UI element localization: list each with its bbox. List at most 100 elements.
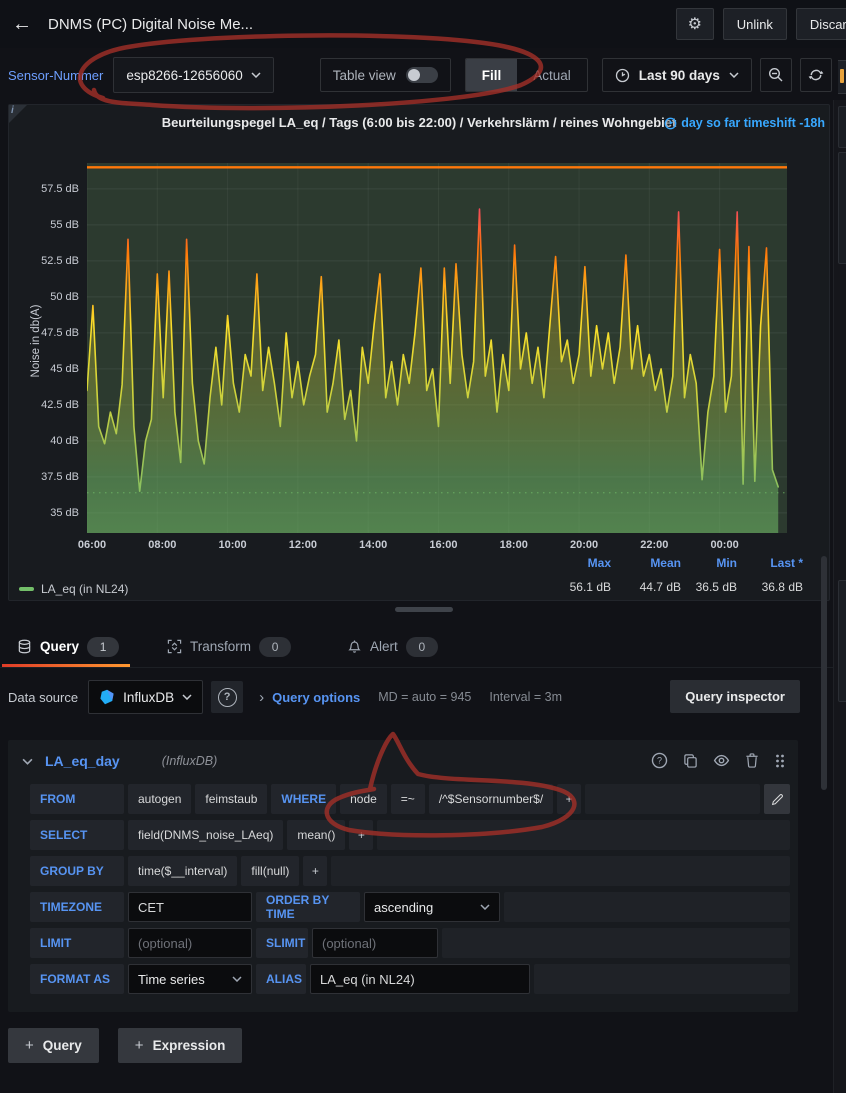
tab-transform[interactable]: Transform 0: [150, 626, 308, 667]
orange-marker: [840, 69, 844, 83]
legend-stat-values: 56.1 dB 44.7 dB 36.5 dB 36.8 dB: [539, 580, 803, 594]
where-tag-key-pill[interactable]: node: [340, 784, 387, 814]
alias-input[interactable]: [310, 964, 530, 994]
dashboard-title: DNMS (PC) Digital Noise Me...: [48, 16, 253, 33]
chevron-down-icon: [232, 976, 242, 982]
format-value: Time series: [138, 972, 205, 987]
editor-tabs: Query 1 Transform 0 Alert 0: [0, 626, 846, 667]
duplicate-query-icon[interactable]: [683, 753, 698, 768]
timeshift-note: day so far timeshift -18h: [664, 116, 825, 130]
y-tick-label: 50 dB: [50, 291, 79, 303]
panel-edit-toolbar: Sensor-Nummer esp8266-12656060 Table vie…: [0, 56, 846, 94]
where-operator-pill[interactable]: =~: [391, 784, 425, 814]
vertical-scrollbar[interactable]: [821, 556, 827, 790]
slimit-input[interactable]: [312, 928, 438, 958]
query-inspector-button[interactable]: Query inspector: [670, 680, 800, 713]
interval-text: Interval = 3m: [489, 690, 562, 704]
add-groupby-button[interactable]: +: [303, 856, 327, 886]
aggregation-pill[interactable]: mean(): [287, 820, 345, 850]
discard-button[interactable]: Discard: [796, 8, 846, 40]
stat-header-min[interactable]: Min: [681, 556, 737, 570]
panel-settings-button[interactable]: ⚙: [676, 8, 714, 40]
add-query-button[interactable]: + Query: [8, 1028, 99, 1063]
query-header: LA_eq_day (InfluxDB) ?: [8, 740, 798, 782]
time-range-picker[interactable]: Last 90 days: [602, 58, 752, 92]
y-tick-label: 52.5 dB: [41, 255, 79, 267]
table-view-group: Table view: [320, 58, 451, 92]
add-condition-button[interactable]: +: [557, 784, 581, 814]
groupby-interval-pill[interactable]: time($__interval): [128, 856, 237, 886]
add-select-part-button[interactable]: +: [349, 820, 373, 850]
from-row: FROM autogen feimstaub WHERE node =~ /^$…: [30, 784, 790, 814]
add-expression-button[interactable]: + Expression: [118, 1028, 243, 1063]
sliver-box: [838, 106, 846, 148]
x-tick-label: 14:00: [351, 539, 395, 551]
y-tick-label: 47.5 dB: [41, 327, 79, 339]
sliver-box: [838, 152, 846, 264]
back-arrow-icon[interactable]: ←: [0, 0, 44, 48]
where-tag-value-pill[interactable]: /^$Sensornumber$/: [429, 784, 553, 814]
y-tick-label: 37.5 dB: [41, 471, 79, 483]
query-help-button[interactable]: ?: [651, 752, 668, 769]
order-by-time-label: ORDER BY TIME: [256, 892, 360, 922]
tab-query[interactable]: Query 1: [0, 626, 136, 667]
delete-query-trash-icon[interactable]: [745, 753, 759, 768]
time-series-panel: i Beurteilungspegel LA_eq / Tags (6:00 b…: [8, 104, 830, 601]
caret-right-icon: ›: [259, 689, 264, 706]
limit-input[interactable]: [128, 928, 252, 958]
raw-query-edit-button[interactable]: [764, 784, 790, 814]
query-options-expander[interactable]: › Query options: [259, 689, 360, 706]
limit-row: LIMIT SLIMIT: [30, 928, 790, 958]
variable-value: esp8266-12656060: [126, 68, 242, 83]
x-tick-label: 16:00: [421, 539, 465, 551]
datasource-help-button[interactable]: ?: [211, 681, 243, 713]
clock-icon: [615, 68, 630, 83]
zoom-out-button[interactable]: [760, 58, 792, 92]
groupby-row: GROUP BY time($__interval) fill(null) +: [30, 856, 790, 886]
svg-text:?: ?: [657, 756, 662, 766]
limit-label: LIMIT: [30, 928, 124, 958]
sensor-variable-dropdown[interactable]: esp8266-12656060: [113, 57, 273, 93]
toggle-knob: [408, 69, 420, 81]
stat-header-max[interactable]: Max: [539, 556, 611, 570]
query-refid[interactable]: LA_eq_day: [45, 753, 120, 769]
panel-resize-handle[interactable]: [395, 607, 453, 612]
disable-query-eye-icon[interactable]: [713, 752, 730, 769]
refresh-button[interactable]: [800, 58, 832, 92]
datasource-label: Data source: [8, 690, 78, 705]
format-as-label: FORMAT AS: [30, 964, 124, 994]
collapse-chevron-icon[interactable]: [22, 758, 33, 765]
actual-option[interactable]: Actual: [517, 59, 587, 91]
stat-header-last[interactable]: Last *: [737, 556, 803, 570]
timezone-input[interactable]: [128, 892, 252, 922]
stat-header-mean[interactable]: Mean: [611, 556, 681, 570]
y-tick-label: 55 dB: [50, 219, 79, 231]
measurement-pill[interactable]: feimstaub: [195, 784, 267, 814]
groupby-fill-pill[interactable]: fill(null): [241, 856, 299, 886]
drag-handle-icon[interactable]: [774, 753, 786, 769]
datasource-picker[interactable]: InfluxDB: [88, 680, 203, 714]
groupby-label: GROUP BY: [30, 856, 124, 886]
clipped-toolbar-button[interactable]: [838, 60, 846, 94]
plot-area[interactable]: [87, 163, 787, 533]
legend-series-entry[interactable]: LA_eq (in NL24): [19, 582, 128, 596]
zoom-out-icon: [768, 67, 784, 83]
add-query-label: Query: [43, 1038, 82, 1053]
plus-icon: +: [25, 1037, 34, 1054]
fill-option[interactable]: Fill: [466, 59, 518, 91]
series-label: LA_eq (in NL24): [41, 582, 128, 596]
format-select[interactable]: Time series: [128, 964, 252, 994]
field-pill[interactable]: field(DNMS_noise_LAeq): [128, 820, 283, 850]
tab-alert[interactable]: Alert 0: [330, 626, 455, 667]
series-color-dash: [19, 587, 34, 591]
retention-policy-pill[interactable]: autogen: [128, 784, 191, 814]
table-view-toggle[interactable]: [406, 67, 438, 83]
datasource-name: InfluxDB: [123, 690, 174, 705]
tab-transform-badge: 0: [259, 637, 291, 657]
gear-icon: ⚙: [688, 14, 702, 34]
unlink-button[interactable]: Unlink: [723, 8, 787, 40]
tab-query-label: Query: [40, 639, 79, 654]
order-direction-select[interactable]: ascending: [364, 892, 500, 922]
options-pane-sliver: [833, 100, 846, 1093]
x-tick-label: 18:00: [492, 539, 536, 551]
